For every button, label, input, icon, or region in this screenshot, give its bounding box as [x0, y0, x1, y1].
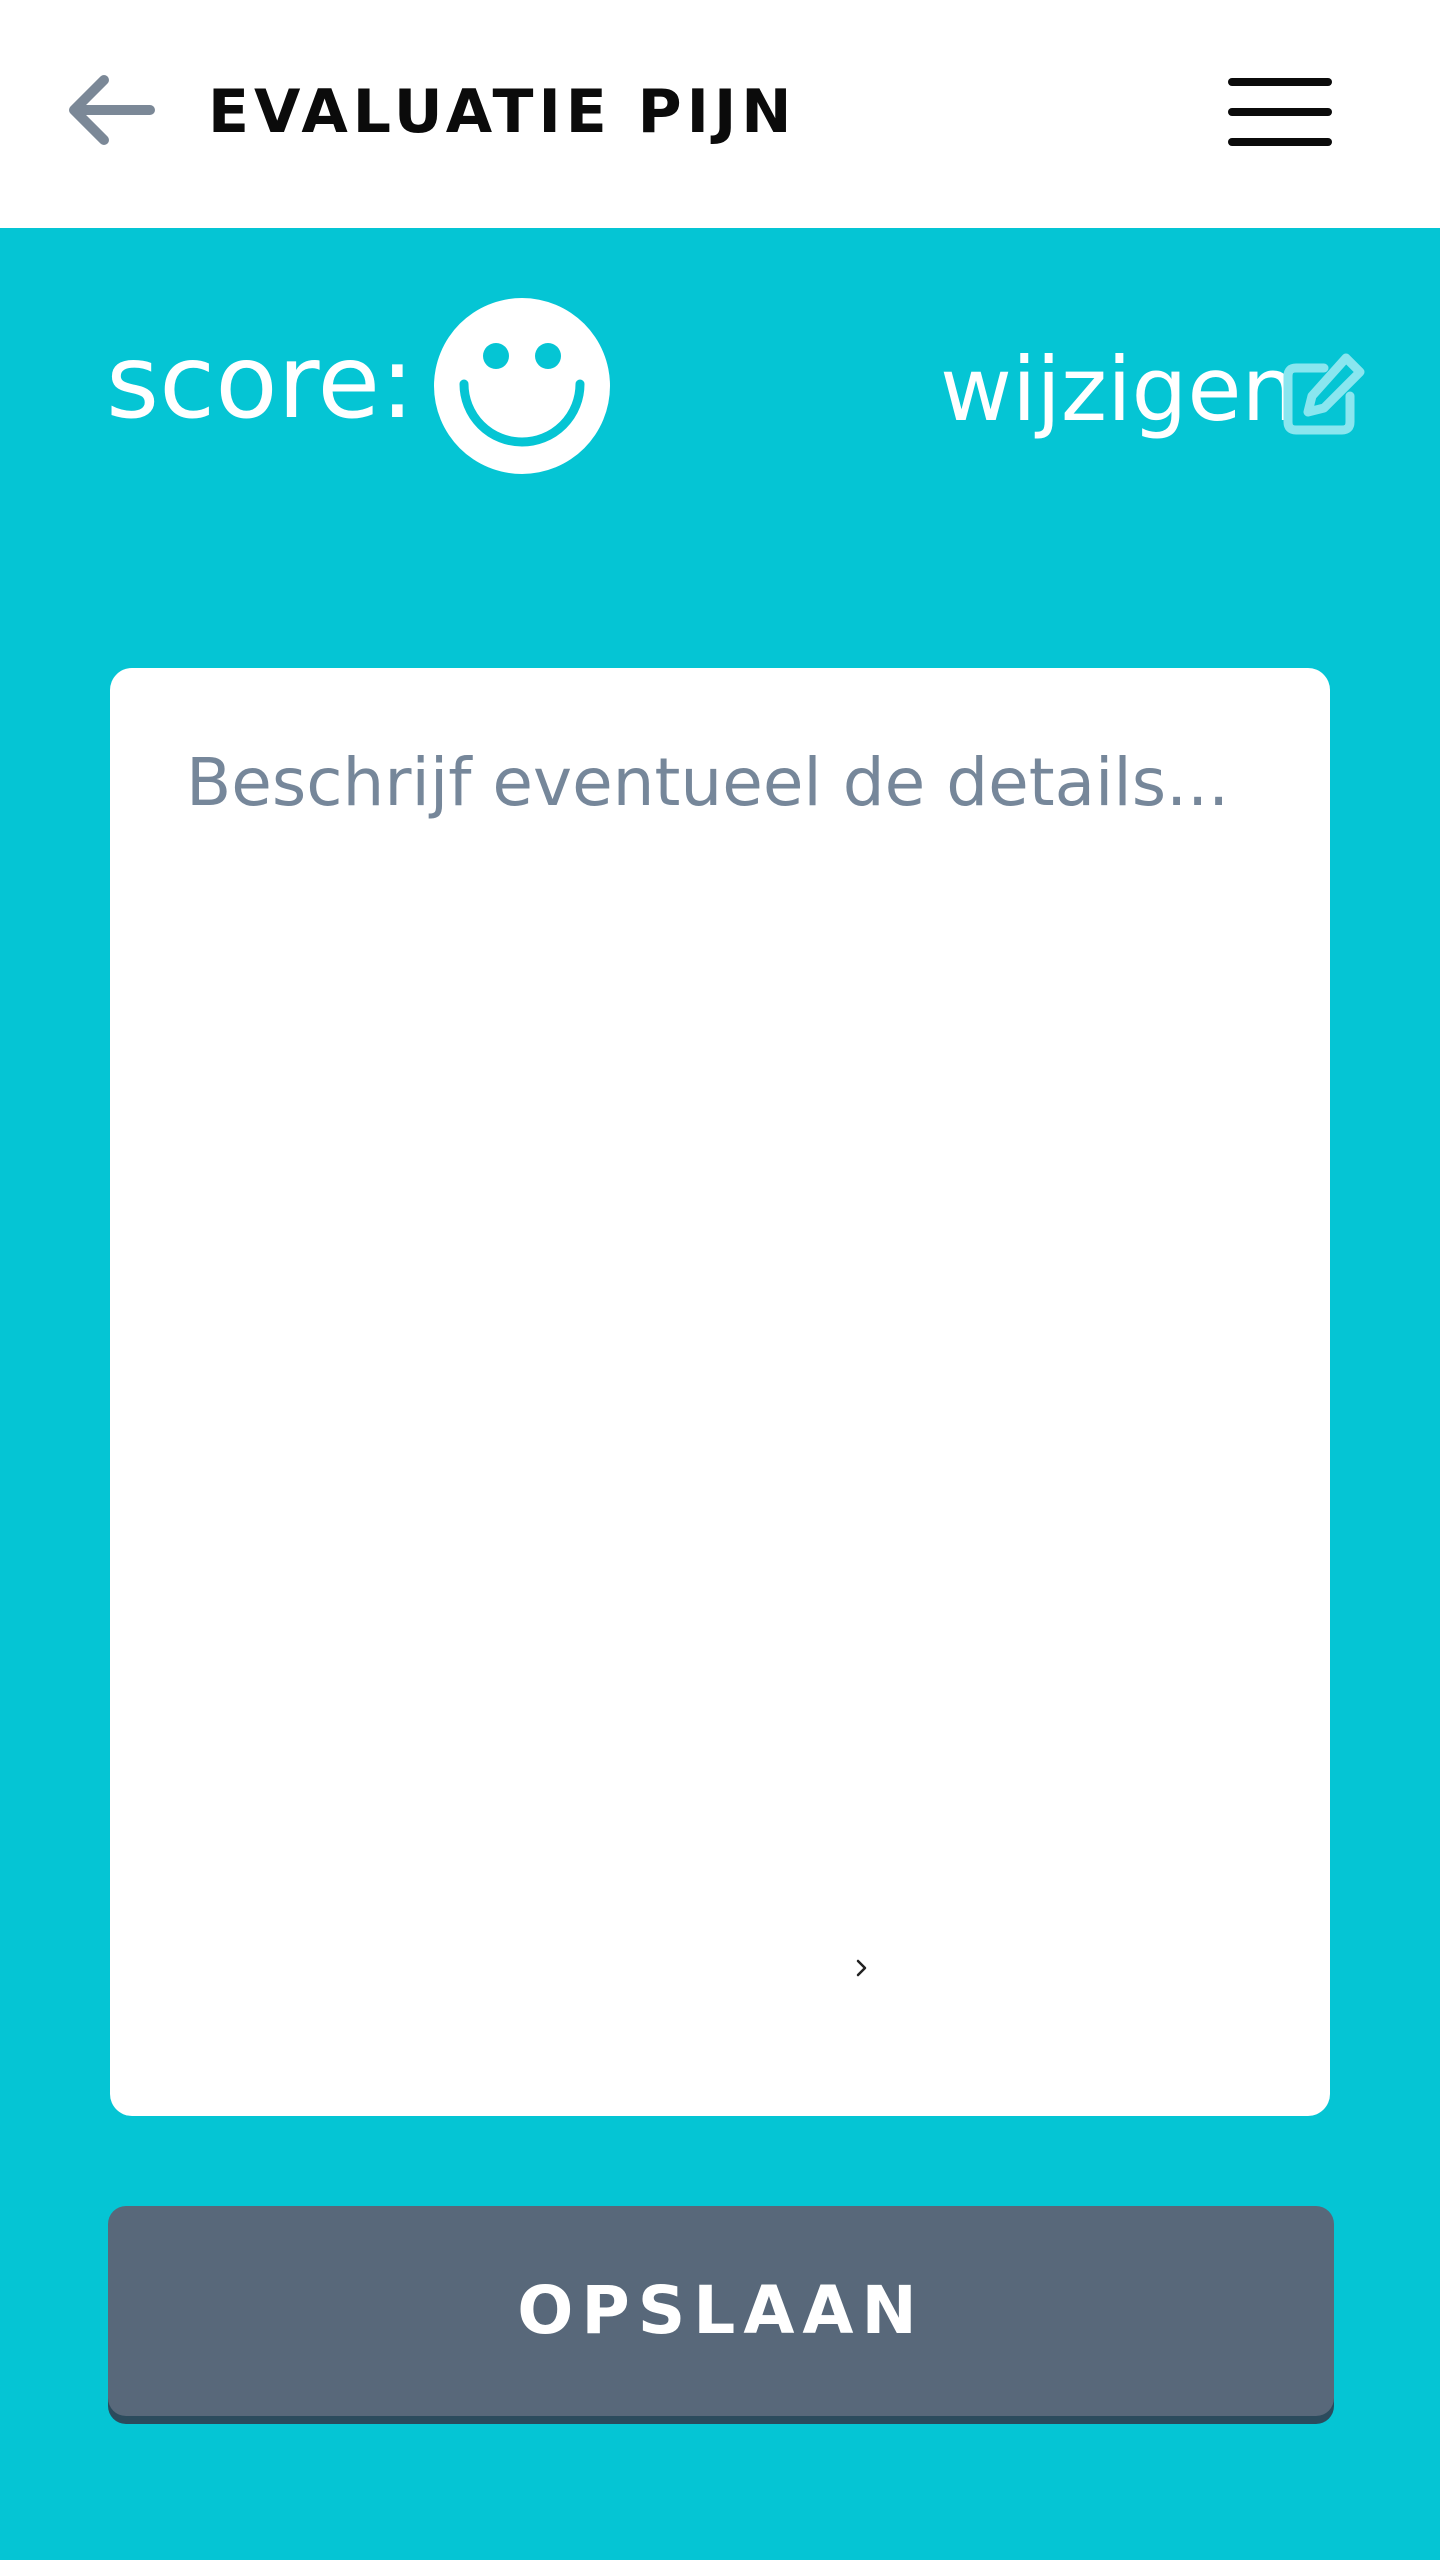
back-button[interactable] — [62, 70, 158, 150]
arrow-left-icon — [69, 75, 155, 145]
hamburger-menu-icon — [1228, 78, 1332, 146]
smiley-face-icon — [434, 298, 610, 474]
page-title: EVALUATIE PIJN — [208, 77, 797, 147]
score-label: score: — [106, 323, 415, 442]
edit-label: wijzigen — [940, 338, 1298, 441]
details-textarea[interactable] — [110, 668, 1330, 2116]
menu-button[interactable] — [1228, 72, 1332, 152]
chevron-right-icon — [856, 1959, 867, 1977]
save-button-label: OPSLAAN — [517, 2272, 925, 2349]
app-header: EVALUATIE PIJN — [0, 0, 1440, 228]
edit-pencil-icon — [1283, 353, 1365, 435]
save-button[interactable]: OPSLAAN — [108, 2206, 1334, 2416]
details-card — [110, 668, 1330, 2116]
